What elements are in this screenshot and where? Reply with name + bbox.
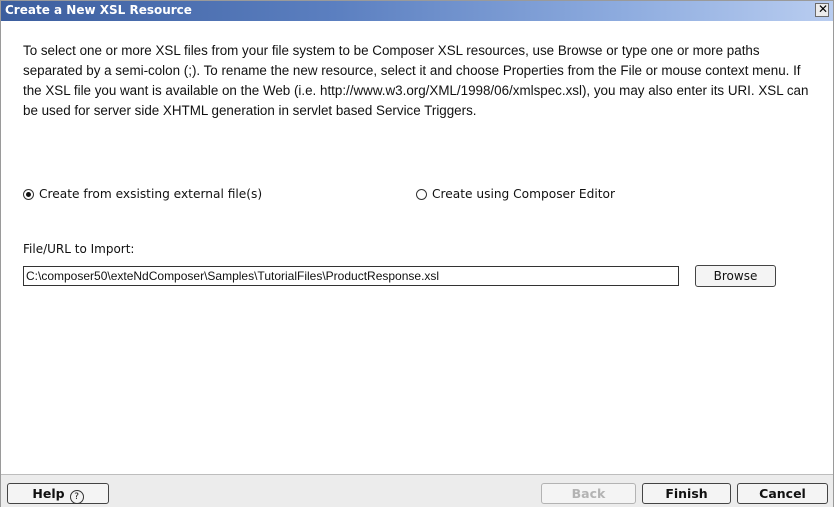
radio-composer-editor-label: Create using Composer Editor [432,187,615,201]
help-label: Help [32,486,65,501]
dialog-content: To select one or more XSL files from you… [1,21,833,474]
file-url-input[interactable]: C:\composer50\exteNdComposer\Samples\Tut… [23,266,679,286]
back-button[interactable]: Back [541,483,636,504]
close-icon: ✕ [818,2,829,16]
finish-button[interactable]: Finish [642,483,731,504]
help-icon: ? [69,490,84,504]
radio-unselected-icon[interactable] [416,188,427,200]
create-xsl-resource-dialog: Create a New XSL Resource ✕ To select on… [0,0,834,507]
radio-existing-file-label: Create from exsisting external file(s) [39,187,263,201]
radio-composer-editor[interactable]: Create using Composer Editor [416,187,615,201]
button-bar: Help? Back Finish Cancel [1,474,833,507]
dialog-title: Create a New XSL Resource [5,3,192,17]
file-url-label: File/URL to Import: [23,242,135,256]
help-button[interactable]: Help? [7,483,109,504]
cancel-button[interactable]: Cancel [737,483,828,504]
radio-existing-file[interactable]: Create from exsisting external file(s) [23,187,262,201]
instructions-text: To select one or more XSL files from you… [23,43,809,118]
browse-button[interactable]: Browse [695,265,776,287]
radio-selected-icon[interactable] [23,188,34,200]
close-button[interactable]: ✕ [815,2,829,17]
title-bar: Create a New XSL Resource ✕ [1,1,833,21]
